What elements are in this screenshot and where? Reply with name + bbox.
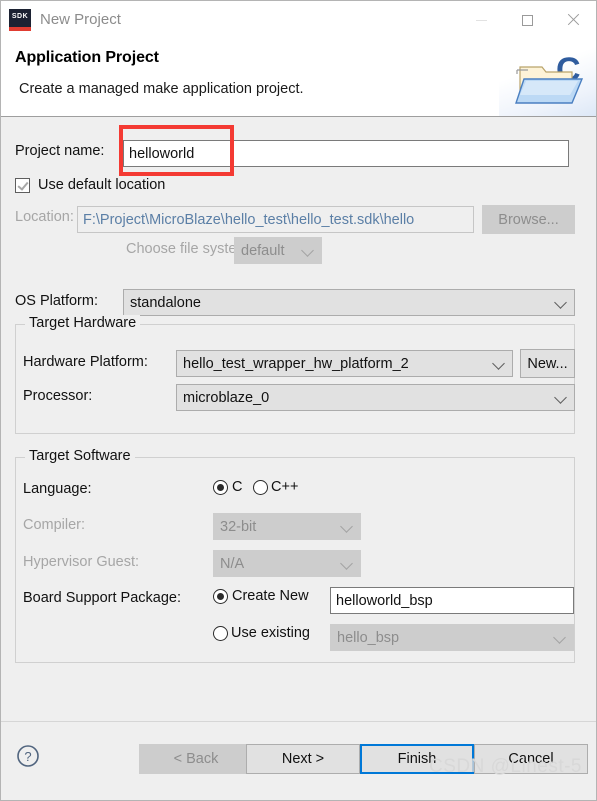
bsp-use-existing-select[interactable]: hello_bsp <box>330 624 574 651</box>
hypervisor-guest-value: N/A <box>220 555 245 572</box>
bsp-option-use-existing[interactable]: Use existing <box>213 625 310 641</box>
language-option-cpp[interactable]: C++ <box>253 479 298 495</box>
os-platform-select[interactable]: standalone <box>123 289 575 316</box>
checkbox-icon <box>15 177 30 193</box>
language-option-c-label: C <box>232 479 243 495</box>
processor-select[interactable]: microblaze_0 <box>176 384 575 411</box>
close-icon <box>566 13 580 27</box>
maximize-button[interactable] <box>504 1 550 39</box>
project-name-label: Project name: <box>15 143 105 159</box>
bsp-create-new-label: Create New <box>232 588 309 604</box>
svg-text:?: ? <box>24 749 31 764</box>
hypervisor-guest-select[interactable]: N/A <box>213 550 361 577</box>
file-system-select[interactable]: default <box>234 237 322 264</box>
chevron-down-icon <box>340 556 353 570</box>
hypervisor-guest-row: Hypervisor Guest: <box>23 554 139 570</box>
os-platform-value: standalone <box>130 294 201 311</box>
project-name-row: Project name: <box>15 143 104 159</box>
compiler-value: 32-bit <box>220 518 257 535</box>
sdk-app-icon: SDK <box>9 9 31 31</box>
next-button[interactable]: Next > <box>246 744 360 774</box>
radio-icon <box>213 588 228 604</box>
radio-icon <box>213 625 228 641</box>
language-option-c[interactable]: C <box>213 479 242 495</box>
chevron-down-icon <box>553 630 566 644</box>
location-input[interactable]: F:\Project\MicroBlaze\hello_test\hello_t… <box>77 206 474 233</box>
bsp-use-existing-value: hello_bsp <box>337 629 400 646</box>
c-project-folder-icon: C <box>499 39 596 116</box>
dialog-body: Project name: helloworld Use default loc… <box>1 117 596 722</box>
hardware-platform-label: Hardware Platform: <box>23 354 148 370</box>
hardware-platform-row: Hardware Platform: <box>23 354 148 370</box>
processor-value: microblaze_0 <box>183 389 270 406</box>
sdk-icon-accent-bar <box>9 27 31 31</box>
file-system-value: default <box>241 242 285 259</box>
back-button[interactable]: < Back <box>139 744 253 774</box>
processor-label: Processor: <box>23 388 93 404</box>
sdk-icon-label: SDK <box>11 13 29 20</box>
bsp-create-new-input[interactable]: helloworld_bsp <box>330 587 574 614</box>
os-platform-label: OS Platform: <box>15 293 98 309</box>
new-project-dialog: SDK New Project Application Project Crea… <box>0 0 597 801</box>
radio-icon <box>253 479 268 495</box>
minimize-button[interactable] <box>458 1 504 39</box>
compiler-label: Compiler: <box>23 517 86 533</box>
dialog-footer: ? < Back Next > Finish Cancel CSDN @Line… <box>1 721 596 800</box>
radio-icon <box>213 479 228 495</box>
chevron-down-icon <box>340 519 353 533</box>
location-row: Location: <box>15 209 74 225</box>
maximize-icon <box>521 14 533 26</box>
hardware-platform-value: hello_test_wrapper_hw_platform_2 <box>183 355 409 372</box>
os-platform-row: OS Platform: <box>15 293 98 309</box>
bsp-use-existing-label: Use existing <box>231 625 310 641</box>
bsp-option-create-new[interactable]: Create New <box>213 588 309 604</box>
use-default-location-label: Use default location <box>38 177 166 193</box>
language-option-cpp-label: C++ <box>271 479 299 495</box>
hypervisor-guest-label: Hypervisor Guest: <box>23 554 140 570</box>
help-button[interactable]: ? <box>16 744 40 768</box>
dialog-header: Application Project Create a managed mak… <box>1 39 596 117</box>
language-row: Language: <box>23 481 92 497</box>
close-button[interactable] <box>550 1 596 39</box>
chevron-down-icon <box>301 243 314 257</box>
compiler-select[interactable]: 32-bit <box>213 513 361 540</box>
language-label: Language: <box>23 481 92 497</box>
project-name-input[interactable]: helloworld <box>123 140 569 167</box>
window-title: New Project <box>40 11 121 28</box>
target-hardware-legend: Target Hardware <box>25 315 141 331</box>
watermark: CSDN @Linest-5 <box>429 756 582 777</box>
target-software-legend: Target Software <box>25 448 135 464</box>
board-support-package-label: Board Support Package: <box>23 590 181 606</box>
minimize-icon <box>475 19 487 21</box>
window-controls <box>458 1 596 39</box>
chevron-down-icon <box>554 390 567 404</box>
target-hardware-group: Target Hardware <box>15 315 575 434</box>
title-bar: SDK New Project <box>1 1 596 39</box>
chevron-down-icon <box>554 295 567 309</box>
hardware-platform-select[interactable]: hello_test_wrapper_hw_platform_2 <box>176 350 513 377</box>
browse-button[interactable]: Browse... <box>482 205 575 234</box>
new-hardware-platform-button[interactable]: New... <box>520 349 575 378</box>
processor-row: Processor: <box>23 388 92 404</box>
board-support-package-row: Board Support Package: <box>23 590 181 606</box>
chevron-down-icon <box>492 356 505 370</box>
compiler-row: Compiler: <box>23 517 85 533</box>
location-label: Location: <box>15 209 74 225</box>
use-default-location-checkbox[interactable]: Use default location <box>15 177 165 193</box>
